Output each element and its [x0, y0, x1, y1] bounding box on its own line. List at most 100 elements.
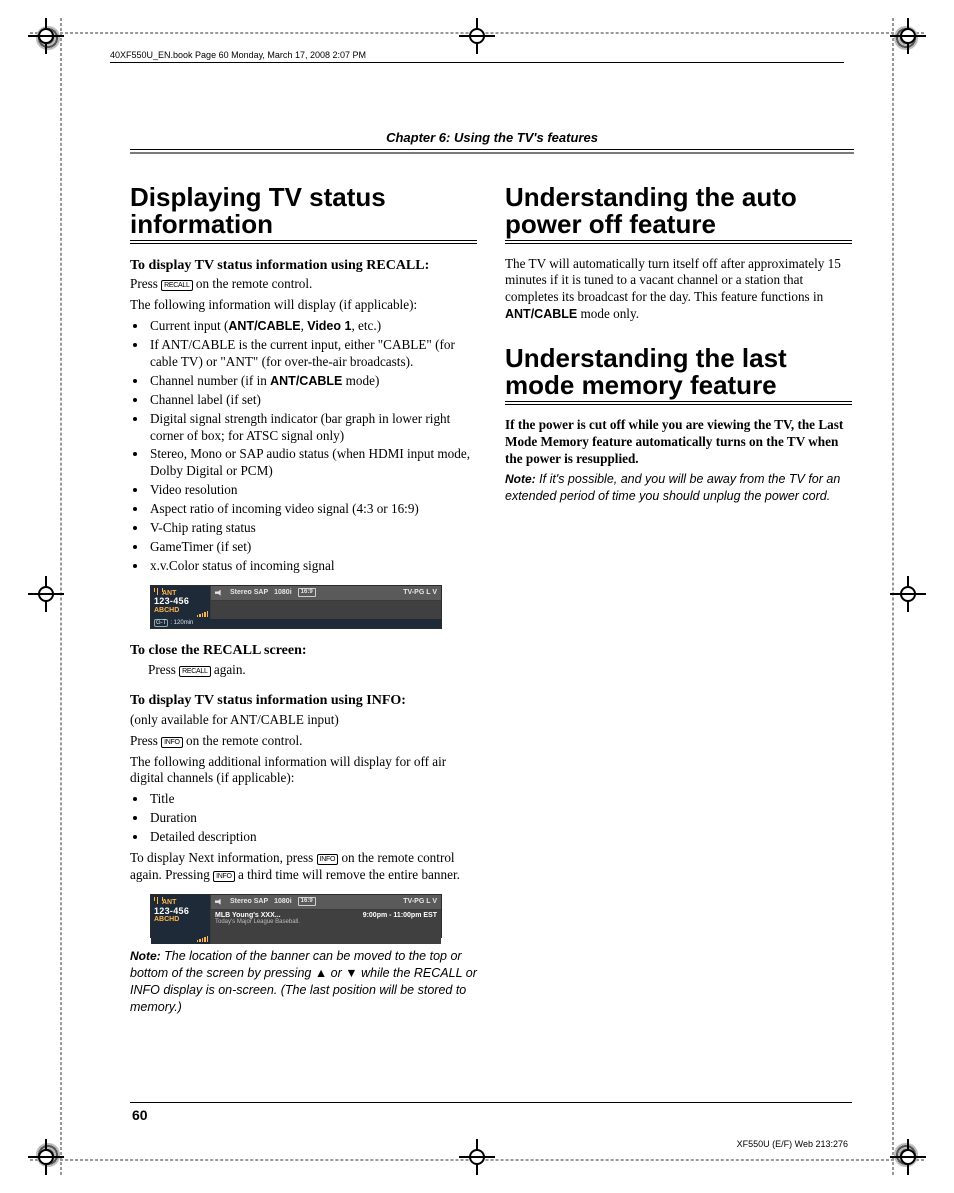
signal-strength-icon — [197, 936, 209, 942]
osd-program-desc: Today's Major League Baseball. — [215, 919, 437, 926]
list-item: Stereo, Mono or SAP audio status (when H… — [148, 446, 477, 480]
registration-mark-icon — [894, 1143, 922, 1171]
left-column: Displaying TV status information To disp… — [130, 184, 477, 1020]
list-item: Aspect ratio of incoming video signal (4… — [148, 501, 477, 518]
recall-keycap-icon: RECALL — [179, 666, 210, 677]
registration-mark-icon — [32, 1143, 60, 1171]
osd-channel-number: 123-456 — [154, 597, 207, 607]
section-heading-display-status: Displaying TV status information — [130, 184, 477, 244]
chapter-heading-text: Chapter 6: Using the TV's features — [386, 130, 598, 145]
speaker-icon — [215, 899, 223, 905]
note-body: The location of the banner can be moved … — [130, 949, 477, 1014]
section-heading-auto-power-off: Understanding the auto power off feature — [505, 184, 852, 244]
list-item: Digital signal strength indicator (bar g… — [148, 411, 477, 445]
osd-footer: G-T : 120min — [151, 618, 441, 629]
paragraph: The TV will automatically turn itself of… — [505, 256, 852, 324]
subheading-info: To display TV status information using I… — [130, 693, 477, 710]
note-body: If it's possible, and you will be away f… — [505, 472, 840, 503]
list-item: x.v.Color status of incoming signal — [148, 558, 477, 575]
osd-body — [211, 601, 441, 619]
paragraph: Press RECALL on the remote control. — [130, 276, 477, 293]
registration-mark-icon — [32, 580, 60, 608]
list-item: Title — [148, 791, 477, 808]
bold-paragraph: If the power is cut off while you are vi… — [505, 417, 843, 466]
subheading-recall: To display TV status information using R… — [130, 258, 477, 275]
list-item: GameTimer (if set) — [148, 539, 477, 556]
osd-source: ANT — [162, 899, 176, 906]
list-item: Video resolution — [148, 482, 477, 499]
osd-program-time: 9:00pm - 11:00pm EST — [363, 912, 437, 920]
osd-channel-box: ANT 123-456 ABCHD — [151, 895, 211, 944]
paragraph: To display Next information, press INFO … — [130, 850, 477, 884]
antenna-icon — [154, 588, 161, 595]
registration-mark-icon — [894, 580, 922, 608]
speaker-icon — [215, 590, 223, 596]
registration-mark-icon — [463, 1143, 491, 1171]
osd-banner-info: ANT 123-456 ABCHD Stereo SAP 1080i 16:9 … — [150, 894, 442, 939]
info-keycap-icon: INFO — [213, 871, 235, 882]
osd-header: ANT 123-456 ABCHD Stereo SAP 1080i 16:9 … — [151, 586, 441, 618]
list-item: If ANT/CABLE is the current input, eithe… — [148, 337, 477, 371]
paragraph: The following information will display (… — [130, 297, 477, 314]
paragraph: Press INFO on the remote control. — [130, 733, 477, 750]
osd-aspect: 16:9 — [298, 588, 316, 597]
osd-audio: Stereo SAP — [230, 589, 268, 597]
note-label: Note: — [505, 472, 536, 486]
footer-right-text: XF550U (E/F) Web 213:276 — [737, 1139, 848, 1149]
note-paragraph: Note: The location of the banner can be … — [130, 948, 477, 1016]
list-item: Duration — [148, 810, 477, 827]
registration-mark-icon — [32, 22, 60, 50]
osd-audio: Stereo SAP — [230, 898, 268, 906]
osd-gametimer: : 120min — [170, 620, 193, 627]
subheading-close-recall: To close the RECALL screen: — [130, 643, 477, 660]
paragraph: Press RECALL again. — [148, 662, 477, 679]
document-page: 40XF550U_EN.book Page 60 Monday, March 1… — [0, 0, 954, 1193]
paragraph: If the power is cut off while you are vi… — [505, 417, 852, 468]
osd-rating: TV-PG L V — [403, 898, 437, 906]
info-keycap-icon: INFO — [317, 854, 339, 865]
body-columns: Displaying TV status information To disp… — [130, 184, 852, 1020]
recall-keycap-icon: RECALL — [161, 280, 192, 291]
chapter-heading: Chapter 6: Using the TV's features — [130, 130, 854, 154]
osd-body: MLB Young's XXX... 9:00pm - 11:00pm EST … — [211, 910, 441, 944]
osd-program-title: MLB Young's XXX... — [215, 912, 281, 920]
list-item: Current input (ANT/CABLE, Video 1, etc.) — [148, 318, 477, 335]
right-column: Understanding the auto power off feature… — [505, 184, 852, 1020]
registration-mark-icon — [463, 22, 491, 50]
osd-program-title-row: MLB Young's XXX... 9:00pm - 11:00pm EST — [215, 912, 437, 920]
osd-right-stack: Stereo SAP 1080i 16:9 TV-PG L V MLB Youn… — [211, 895, 441, 944]
page-number: 60 — [132, 1107, 148, 1123]
osd-right-stack: Stereo SAP 1080i 16:9 TV-PG L V — [211, 586, 441, 619]
running-head: 40XF550U_EN.book Page 60 Monday, March 1… — [110, 50, 844, 63]
bullet-list-recall-info: Current input (ANT/CABLE, Video 1, etc.)… — [130, 318, 477, 574]
osd-banner-recall: ANT 123-456 ABCHD Stereo SAP 1080i 16:9 … — [150, 585, 442, 630]
osd-rating: TV-PG L V — [403, 589, 437, 597]
footer-rule — [130, 1102, 852, 1103]
osd-resolution: 1080i — [274, 589, 292, 597]
section-heading-last-mode: Understanding the last mode memory featu… — [505, 345, 852, 405]
osd-channel-number: 123-456 — [154, 907, 207, 917]
paragraph: The following additional information wil… — [130, 754, 477, 788]
osd-status-bar: Stereo SAP 1080i 16:9 TV-PG L V — [211, 895, 441, 910]
bullet-list-info: Title Duration Detailed description — [130, 791, 477, 846]
info-keycap-icon: INFO — [161, 737, 183, 748]
list-item: Channel label (if set) — [148, 392, 477, 409]
antenna-icon — [154, 897, 161, 904]
list-item: Channel number (if in ANT/CABLE mode) — [148, 373, 477, 390]
osd-status-bar: Stereo SAP 1080i 16:9 TV-PG L V — [211, 586, 441, 601]
note-label: Note: — [130, 949, 161, 963]
osd-aspect: 16:9 — [298, 897, 316, 906]
registration-mark-icon — [894, 22, 922, 50]
paragraph: (only available for ANT/CABLE input) — [130, 712, 477, 729]
osd-header: ANT 123-456 ABCHD Stereo SAP 1080i 16:9 … — [151, 895, 441, 927]
list-item: Detailed description — [148, 829, 477, 846]
gametimer-badge-icon: G-T — [154, 619, 168, 628]
osd-channel-box: ANT 123-456 ABCHD — [151, 586, 211, 619]
osd-resolution: 1080i — [274, 898, 292, 906]
signal-strength-icon — [197, 611, 209, 617]
crop-mark — [60, 18, 62, 1175]
list-item: V-Chip rating status — [148, 520, 477, 537]
running-head-text: 40XF550U_EN.book Page 60 Monday, March 1… — [110, 50, 366, 60]
osd-channel-label: ABCHD — [154, 916, 207, 924]
note-paragraph: Note: If it's possible, and you will be … — [505, 471, 852, 505]
